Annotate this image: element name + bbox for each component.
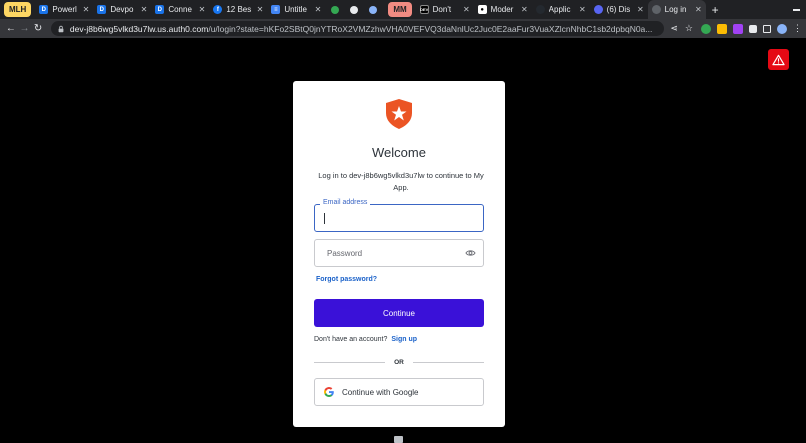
or-divider: OR bbox=[314, 357, 484, 367]
no-account-text: Don't have an account? bbox=[314, 336, 388, 343]
forward-icon[interactable]: → bbox=[18, 23, 32, 34]
extension-green-icon[interactable] bbox=[701, 23, 711, 34]
tab-title: Applic bbox=[548, 5, 571, 14]
tab-title: (6) Dis bbox=[606, 5, 631, 14]
tab-pinned-white[interactable] bbox=[344, 0, 363, 19]
text-caret bbox=[324, 213, 325, 224]
google-icon bbox=[324, 387, 334, 397]
tab-group-mlh[interactable]: MLH bbox=[4, 2, 32, 17]
bookmark-star-icon[interactable]: ☆ bbox=[685, 23, 693, 34]
tab-applic[interactable]: Applic ✕ bbox=[532, 0, 590, 19]
tab-title: Conne bbox=[168, 5, 192, 14]
sidepanel-icon[interactable] bbox=[763, 24, 771, 33]
lock-icon bbox=[58, 25, 64, 32]
close-tab-icon[interactable]: ✕ bbox=[521, 5, 528, 14]
or-text: OR bbox=[394, 358, 404, 366]
profile-avatar-icon[interactable] bbox=[777, 23, 787, 34]
tab-moder[interactable]: ● Moder ✕ bbox=[474, 0, 532, 19]
docs-icon: ≡ bbox=[271, 5, 281, 14]
email-field[interactable]: Email address bbox=[314, 199, 484, 232]
tab-title: Log in bbox=[664, 5, 687, 14]
login-description: Log in to dev-j8b6wg5vlkd3u7lw to contin… bbox=[318, 171, 484, 192]
close-tab-icon[interactable]: ✕ bbox=[463, 5, 470, 14]
tab-title: Don't bbox=[432, 5, 452, 14]
tab-title: 12 Bes bbox=[226, 5, 252, 14]
browser-toolbar: ← → ↻ dev-j8b6wg5vlkd3u7lw.us.auth0.com/… bbox=[0, 19, 806, 38]
puzzle-piece-icon bbox=[394, 436, 403, 443]
google-login-button[interactable]: Continue with Google bbox=[314, 378, 484, 406]
tab-pinned-green[interactable] bbox=[325, 0, 344, 19]
tab-untitle[interactable]: ≡ Untitle ✕ bbox=[267, 0, 325, 19]
tab-devpo[interactable]: D Devpo ✕ bbox=[93, 0, 151, 19]
green-dot-icon bbox=[330, 5, 339, 14]
extension-yellow-icon[interactable] bbox=[717, 23, 727, 34]
url-host: dev-j8b6wg5vlkd3u7lw.us.auth0.com bbox=[69, 23, 209, 34]
signup-link[interactable]: Sign up bbox=[391, 336, 417, 343]
tab-12-bes[interactable]: f 12 Bes ✕ bbox=[209, 0, 267, 19]
url-text: dev-j8b6wg5vlkd3u7lw.us.auth0.com/u/logi… bbox=[70, 24, 659, 34]
tab-title: Powerl bbox=[52, 5, 77, 14]
devpost-icon: D bbox=[39, 5, 49, 14]
tab-strip: MLH D Powerl ✕ D Devpo ✕ D Conne ✕ f 12 … bbox=[0, 0, 806, 19]
divider-line bbox=[412, 361, 484, 363]
facebook-icon: f bbox=[213, 5, 223, 14]
password-field[interactable]: Password bbox=[314, 239, 484, 267]
warning-icon[interactable] bbox=[768, 49, 789, 70]
close-tab-icon[interactable]: ✕ bbox=[199, 5, 206, 14]
divider-line bbox=[314, 361, 386, 363]
close-tab-icon[interactable]: ✕ bbox=[257, 5, 264, 14]
back-icon[interactable]: ← bbox=[4, 23, 18, 34]
close-tab-icon[interactable]: ✕ bbox=[83, 5, 90, 14]
tab-conne[interactable]: D Conne ✕ bbox=[151, 0, 209, 19]
globe-icon bbox=[651, 5, 661, 14]
share-icon[interactable]: ⋖ bbox=[670, 23, 678, 34]
close-tab-icon[interactable]: ✕ bbox=[141, 5, 148, 14]
close-tab-icon[interactable]: ✕ bbox=[315, 5, 322, 14]
close-tab-icon[interactable]: ✕ bbox=[637, 5, 644, 14]
devpost-icon: D bbox=[155, 5, 165, 14]
close-tab-icon[interactable]: ✕ bbox=[579, 5, 586, 14]
show-password-eye-icon[interactable] bbox=[465, 249, 476, 257]
password-placeholder: Password bbox=[327, 249, 363, 258]
puzzle-extensions-icon[interactable] bbox=[749, 24, 757, 33]
tab-title: Moder bbox=[490, 5, 514, 14]
discord-icon bbox=[593, 5, 603, 14]
google-login-label: Continue with Google bbox=[342, 387, 419, 397]
tab-log-in[interactable]: Log in ✕ bbox=[647, 0, 706, 19]
tab-discord[interactable]: (6) Dis ✕ bbox=[590, 0, 648, 19]
minimize-icon[interactable] bbox=[793, 8, 800, 11]
new-tab-icon[interactable]: + bbox=[712, 3, 719, 17]
auth0-logo-icon bbox=[386, 99, 412, 129]
tab-powerl[interactable]: D Powerl ✕ bbox=[35, 0, 93, 19]
tab-group-mm[interactable]: MM bbox=[388, 2, 412, 17]
reload-icon[interactable]: ↻ bbox=[31, 23, 45, 34]
window-controls bbox=[793, 8, 806, 11]
url-path: /u/login?state=hKFo2SBtQ0jnYTRoX2VMZzhwV… bbox=[208, 23, 653, 34]
medium-icon: ● bbox=[477, 5, 487, 14]
email-label: Email address bbox=[320, 199, 371, 206]
forgot-password-link[interactable]: Forgot password? bbox=[316, 276, 377, 283]
devpost-icon: D bbox=[97, 5, 107, 14]
tab-pinned-blue[interactable] bbox=[363, 0, 382, 19]
extensions-area: ⋮ bbox=[701, 23, 802, 34]
github-icon bbox=[535, 5, 545, 14]
menu-kebab-icon[interactable]: ⋮ bbox=[793, 23, 802, 34]
tab-dont[interactable]: DEV Don't ✕ bbox=[416, 0, 474, 19]
continue-button[interactable]: Continue bbox=[314, 299, 484, 327]
dev-icon: DEV bbox=[419, 5, 429, 14]
tab-title: Untitle bbox=[284, 5, 308, 14]
page-viewport: Welcome Log in to dev-j8b6wg5vlkd3u7lw t… bbox=[0, 38, 806, 443]
tab-title: Devpo bbox=[110, 5, 134, 14]
close-tab-icon[interactable]: ✕ bbox=[695, 5, 702, 14]
signup-row: Don't have an account? Sign up bbox=[314, 336, 417, 343]
login-card: Welcome Log in to dev-j8b6wg5vlkd3u7lw t… bbox=[293, 81, 505, 427]
blue-dot-icon bbox=[368, 5, 377, 14]
address-bar[interactable]: dev-j8b6wg5vlkd3u7lw.us.auth0.com/u/logi… bbox=[50, 21, 665, 36]
extension-purple-icon[interactable] bbox=[733, 23, 743, 34]
white-dot-icon bbox=[349, 5, 358, 14]
page-title: Welcome bbox=[372, 145, 426, 160]
